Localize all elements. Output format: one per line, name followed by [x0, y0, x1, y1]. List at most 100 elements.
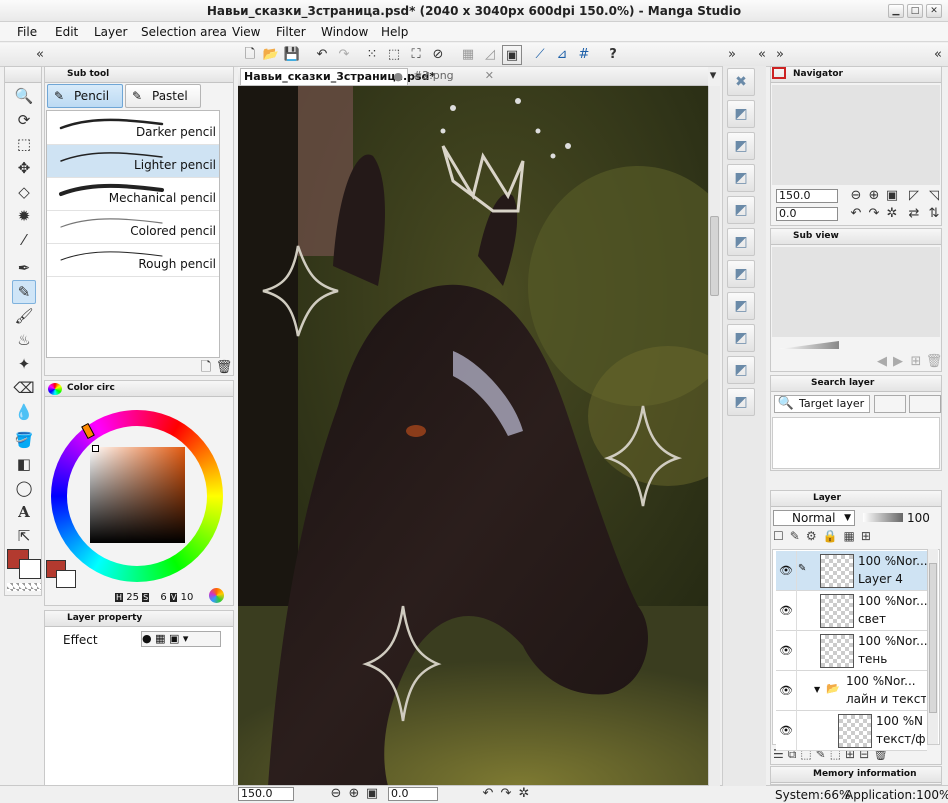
close-icon[interactable]: ✕ [926, 4, 942, 18]
nav-rotate-left-icon[interactable]: ↶ [846, 204, 866, 224]
brush-item[interactable]: Rough pencil [47, 244, 219, 277]
magic-wand-icon[interactable]: ✹ [12, 204, 36, 228]
pastel-group-tab[interactable]: ✎ Pastel [125, 84, 201, 108]
layer-row[interactable]: 👁 100 % Nor... свет [776, 591, 928, 631]
sub-tool-tab[interactable]: Sub tool [67, 69, 109, 79]
nav-reset-icon[interactable]: ✲ [882, 204, 902, 224]
search-layer-tab[interactable]: Search layer [811, 378, 874, 388]
nav-fit-icon[interactable]: ▣ [882, 186, 902, 206]
scroll-thumb[interactable] [710, 216, 719, 296]
nav-zoom-out-icon[interactable]: ⊖ [846, 186, 866, 206]
transform-icon[interactable]: ⬚ [384, 45, 404, 65]
redo-icon[interactable]: ↷ [334, 45, 354, 65]
selection-mode-icon[interactable]: ▣ [502, 45, 522, 65]
brush-item[interactable]: Darker pencil [47, 112, 219, 145]
canvas-tab-menu-icon[interactable]: ▾ [706, 66, 720, 86]
menu-selection-area[interactable]: Selection area [141, 25, 227, 39]
sub-view-delete-icon[interactable]: 🗑 [924, 352, 944, 372]
menu-edit[interactable]: Edit [55, 25, 78, 39]
sub-view-next-icon[interactable]: ▶ [888, 352, 908, 372]
brush-item[interactable]: Colored pencil [47, 211, 219, 244]
eraser-icon[interactable]: ⌫ [12, 376, 36, 400]
vertical-scrollbar[interactable] [708, 86, 720, 786]
navigator-zoom-field[interactable]: 150.0 [776, 189, 838, 203]
canvas[interactable] [238, 86, 708, 786]
rotate-icon[interactable]: ⟳ [12, 108, 36, 132]
collapse-left-icon[interactable]: « [30, 45, 50, 65]
delete-subtool-icon[interactable]: 🗑 [214, 358, 234, 378]
sub-color-swatch[interactable] [19, 559, 41, 579]
canvas-zoom-field[interactable]: 150.0 [238, 787, 294, 801]
layer-tab[interactable]: Layer [813, 493, 841, 503]
sub-view-import-icon[interactable]: ⊞ [906, 352, 926, 372]
canvas-tab[interactable]: Навьи_сказки_3страница.psd* ● [240, 68, 435, 85]
snap-grid-icon[interactable]: # [574, 45, 594, 65]
material-3d-icon[interactable]: ◩ [727, 324, 755, 352]
folder-toggle-icon[interactable]: ▼ [814, 685, 820, 694]
material-icon[interactable]: ✖ [727, 68, 755, 96]
side-sub-color[interactable] [56, 570, 76, 588]
new-subtool-icon[interactable]: 🗋 [196, 358, 216, 378]
sv-picker[interactable] [92, 445, 99, 452]
nav-flip-v-icon[interactable]: ◹ [924, 186, 944, 206]
decoration-icon[interactable]: ✦ [12, 352, 36, 376]
open-file-icon[interactable]: 📂 [261, 45, 281, 65]
menu-help[interactable]: Help [381, 25, 408, 39]
material-image-icon[interactable]: ◩ [727, 196, 755, 224]
move-icon[interactable]: ✥ [12, 156, 36, 180]
material-manga-icon[interactable]: ◩ [727, 228, 755, 256]
collapse-dock2-icon[interactable]: » [770, 45, 790, 65]
object-icon[interactable]: ⬚ [12, 132, 36, 156]
zoom-out-icon[interactable]: ⊖ [326, 784, 346, 803]
menu-view[interactable]: View [232, 25, 260, 39]
material-pattern-icon[interactable]: ◩ [727, 164, 755, 192]
material-folder-icon[interactable]: ◩ [727, 100, 755, 128]
collapse-panel-icon[interactable]: « [928, 45, 948, 65]
fit-icon[interactable]: ▣ [362, 784, 382, 803]
selection-icon[interactable]: ⁙ [362, 45, 382, 65]
menu-layer[interactable]: Layer [94, 25, 127, 39]
search-filter-button[interactable] [874, 395, 906, 413]
text-icon[interactable]: A [12, 500, 36, 524]
layer-scrollbar[interactable] [927, 549, 938, 744]
layer-scroll-thumb[interactable] [929, 563, 937, 713]
clear-icon[interactable]: ⊘ [428, 45, 448, 65]
color-tab[interactable]: Color circ [67, 383, 115, 393]
brush-icon[interactable]: 🖌 [12, 304, 36, 328]
menu-file[interactable]: File [17, 25, 37, 39]
lasso-icon[interactable]: ◇ [12, 180, 36, 204]
sub-view-preview[interactable] [772, 247, 940, 337]
collapse-dock-icon[interactable]: « [752, 45, 772, 65]
brush-item[interactable]: Lighter pencil [47, 145, 219, 178]
visibility-eye-icon[interactable]: 👁 [779, 564, 793, 577]
zoom-in-icon[interactable]: ⊕ [344, 784, 364, 803]
nav-flip-h-icon[interactable]: ◸ [904, 186, 924, 206]
grid-icon[interactable]: ▦ [458, 45, 478, 65]
new-file-icon[interactable]: 🗋 [240, 45, 260, 65]
material-tone-icon[interactable]: ◩ [727, 132, 755, 160]
saturation-value-box[interactable] [90, 447, 185, 543]
save-icon[interactable]: 💾 [282, 45, 302, 65]
visibility-eye-icon[interactable]: 👁 [779, 604, 793, 617]
nav-mirror-h-icon[interactable]: ⇄ [904, 204, 924, 224]
visibility-eye-icon[interactable]: 👁 [779, 724, 793, 737]
layer-toolbar[interactable]: ☐✎⚙🔒▦⊞ [773, 529, 941, 547]
visibility-eye-icon[interactable]: 👁 [779, 644, 793, 657]
maximize-icon[interactable]: □ [907, 4, 923, 18]
rotate-right-icon[interactable]: ↷ [496, 784, 516, 803]
nav-mirror-v-icon[interactable]: ⇅ [924, 204, 944, 224]
transparent-color[interactable] [7, 583, 41, 591]
effect-buttons[interactable]: ● ▦ ▣ ▾ [141, 631, 221, 647]
close-tab-icon[interactable]: ✕ [485, 68, 494, 84]
pencil-icon[interactable]: ✎ [12, 280, 36, 304]
canvas-tab[interactable]: #2.png ✕ [410, 68, 498, 85]
gradient-icon[interactable]: ◧ [12, 452, 36, 476]
eyedropper-icon[interactable]: ⁄ [12, 228, 36, 252]
layer-row[interactable]: 👁 100 % Nor... тень [776, 631, 928, 671]
undo-icon[interactable]: ↶ [312, 45, 332, 65]
blend-icon[interactable]: 💧 [12, 400, 36, 424]
blend-mode-dropdown[interactable]: Normal ▼ [773, 510, 855, 526]
reset-rotation-icon[interactable]: ✲ [514, 784, 534, 803]
collapse-right-icon[interactable]: » [722, 45, 742, 65]
fill-icon[interactable]: ⛶ [406, 45, 426, 65]
